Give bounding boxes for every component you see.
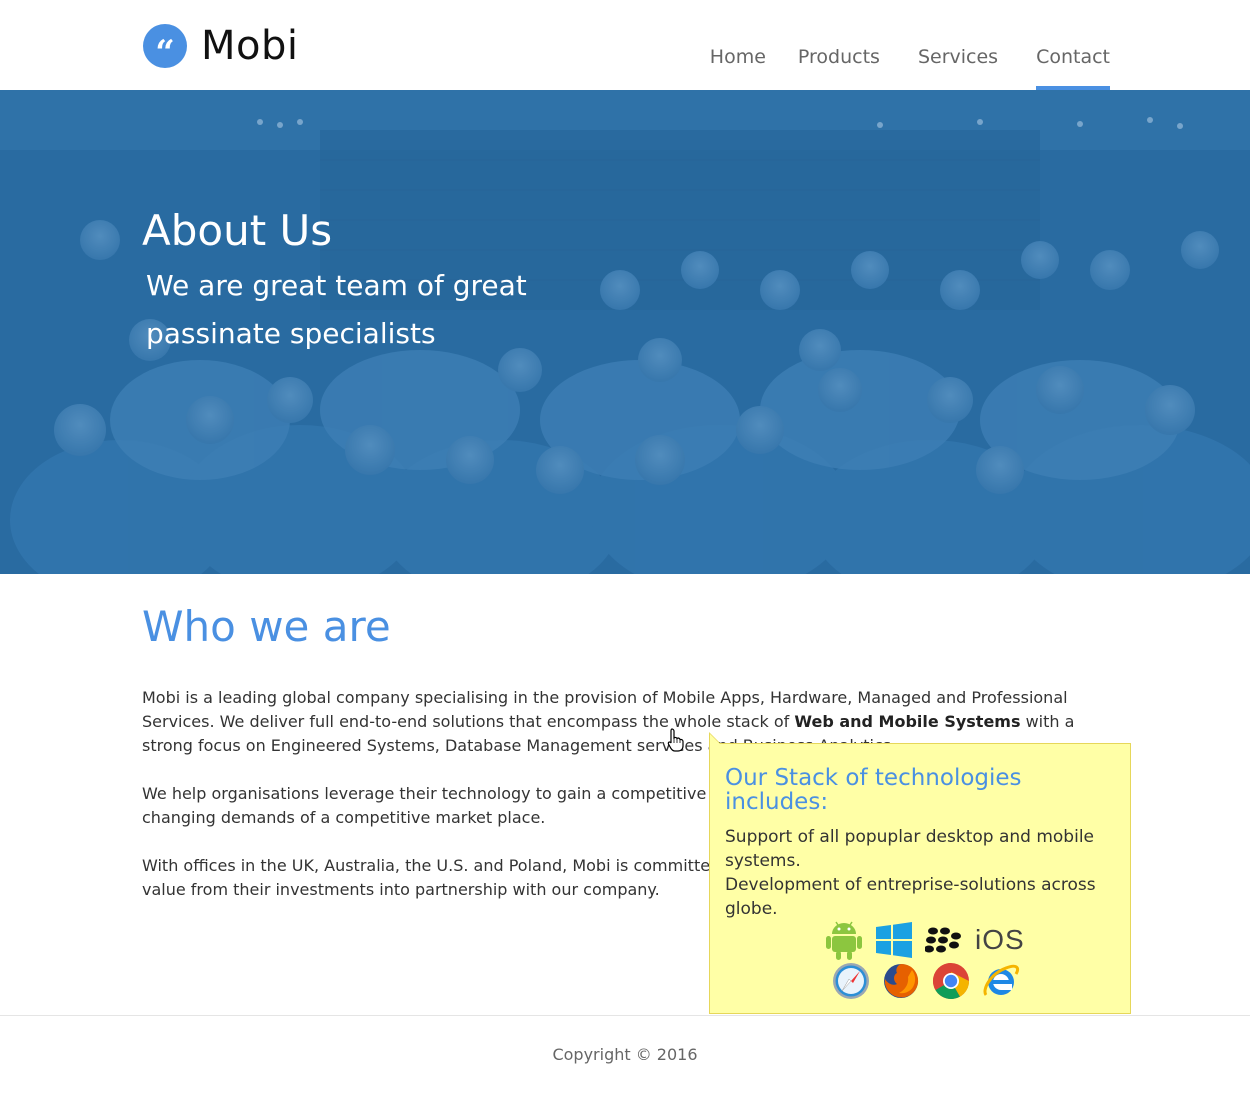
tooltip-title: Our Stack of technologies includes: bbox=[725, 765, 1022, 815]
hero-subtitle: We are great team of great passinate spe… bbox=[146, 269, 527, 350]
logo[interactable]: “ Mobi bbox=[143, 23, 299, 70]
os-icons: iOS bbox=[825, 920, 1037, 960]
site-header: “ Mobi Home Products Services Contact bbox=[0, 0, 1250, 90]
firefox-icon bbox=[884, 964, 919, 998]
quote-icon: “ bbox=[143, 24, 187, 70]
tooltip-line-1: Support of all popuplar desktop and mobi… bbox=[725, 827, 1095, 871]
safari-icon bbox=[833, 963, 869, 999]
windows-icon bbox=[876, 922, 912, 958]
android-icon bbox=[826, 921, 862, 960]
chrome-icon bbox=[932, 963, 969, 1000]
main-nav: Home Products Services Contact bbox=[678, 46, 1110, 90]
footer-copyright: Copyright © 2016 bbox=[552, 1045, 698, 1064]
web-mobile-systems-link[interactable]: Web and Mobile Systems bbox=[794, 712, 1020, 731]
hand-cursor-icon bbox=[667, 728, 684, 752]
section-title: Who we are bbox=[142, 602, 391, 651]
blackberry-icon bbox=[925, 927, 961, 953]
tooltip-line-2: Development of entreprise-solutions acro… bbox=[725, 875, 1096, 919]
tech-stack-tooltip: Our Stack of technologies includes: Supp… bbox=[709, 732, 1131, 1014]
footer-divider bbox=[0, 1015, 1250, 1016]
hero-title: About Us bbox=[142, 206, 333, 255]
brand-name: Mobi bbox=[201, 23, 299, 69]
ios-icon: iOS bbox=[975, 924, 1025, 955]
hero-banner: About Us We are great team of great pass… bbox=[0, 90, 1250, 574]
nav-contact[interactable]: Contact bbox=[1036, 46, 1110, 90]
nav-services[interactable]: Services bbox=[918, 46, 998, 90]
nav-products[interactable]: Products bbox=[798, 46, 880, 90]
browser-icons bbox=[832, 962, 1032, 1000]
internet-explorer-icon bbox=[983, 964, 1020, 996]
nav-home[interactable]: Home bbox=[710, 46, 766, 90]
